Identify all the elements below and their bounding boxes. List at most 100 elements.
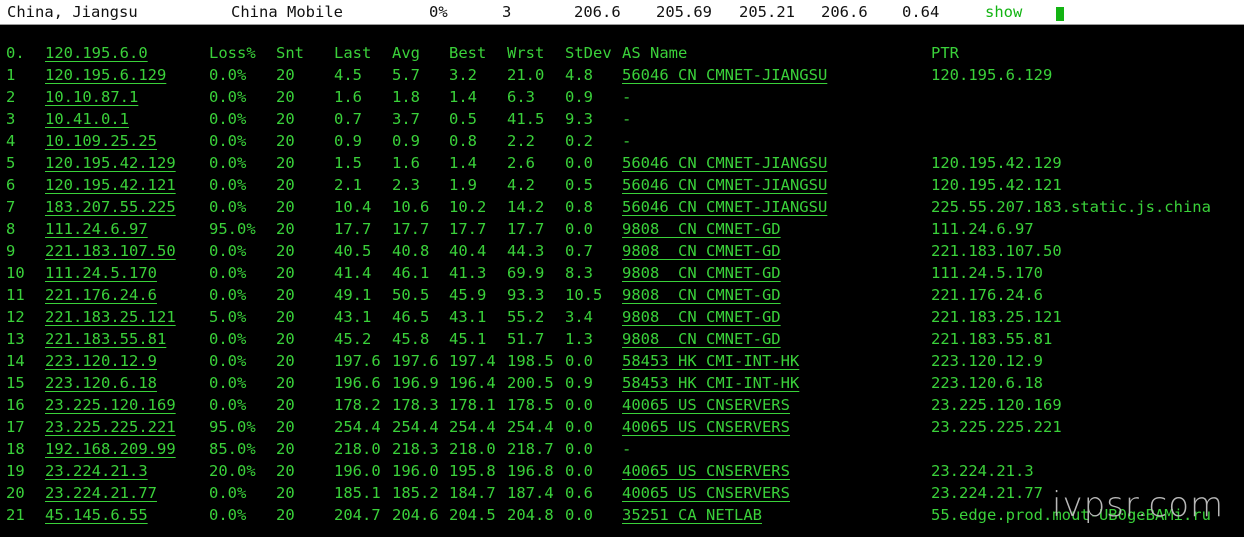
worst-ms: 17.7 — [507, 220, 545, 238]
show-link[interactable]: show — [985, 2, 1022, 22]
ptr-name: 221.183.55.81 — [931, 330, 1053, 348]
worst-ms: 2.2 — [507, 132, 535, 150]
host-ip[interactable]: 111.24.5.170 — [45, 262, 157, 284]
host-ip[interactable]: 120.195.42.121 — [45, 174, 176, 196]
table-row: 6 120.195.42.121 0.0% 20 2.1 2.3 1.9 4.2 0.5 5604… — [0, 174, 1244, 196]
stdev-ms: 0.0 — [565, 440, 593, 458]
as-name[interactable]: 9808 CN CMNET-GD — [622, 262, 781, 284]
column-header-stdev: StDev — [565, 44, 612, 62]
host-ip[interactable]: 221.183.25.121 — [45, 306, 176, 328]
stdev-ms: 0.8 — [565, 198, 593, 216]
as-name[interactable]: 40065 US CNSERVERS — [622, 460, 790, 482]
host-ip[interactable]: 10.41.0.1 — [45, 108, 129, 130]
stdev-ms: 3.4 — [565, 308, 593, 326]
hop-number: 11 — [6, 286, 25, 304]
host-ip[interactable]: 223.120.6.18 — [45, 372, 157, 394]
loss-percent: 0.0% — [209, 484, 247, 502]
host-ip[interactable]: 45.145.6.55 — [45, 504, 148, 526]
stdev-ms: 0.9 — [565, 374, 593, 392]
table-row: 13 221.183.55.81 0.0% 20 45.2 45.8 45.1 51.7 1.3… — [0, 328, 1244, 350]
worst-ms: 55.2 — [507, 308, 545, 326]
best-ms: 17.7 — [449, 220, 487, 238]
hop-number: 15 — [6, 374, 25, 392]
hop-number: 21 — [6, 506, 25, 524]
loss-percent: 0.0% — [209, 396, 247, 414]
last-ms: 4.5 — [334, 66, 362, 84]
host-ip[interactable]: 120.195.42.129 — [45, 152, 176, 174]
host-ip[interactable]: 10.109.25.25 — [45, 130, 157, 152]
last-ms: 1.5 — [334, 154, 362, 172]
ptr-name: 111.24.5.170 — [931, 264, 1043, 282]
as-name[interactable]: - — [622, 438, 631, 460]
worst-ms: 21.0 — [507, 66, 545, 84]
as-name[interactable]: - — [622, 108, 631, 130]
host-ip[interactable]: 192.168.209.99 — [45, 438, 176, 460]
last-ms: 204.7 — [334, 506, 381, 524]
last-ms: 41.4 — [334, 264, 372, 282]
avg-ms: 218.3 — [392, 440, 439, 458]
loss-percent: 0.0% — [209, 132, 247, 150]
sent-count: 20 — [276, 110, 295, 128]
last-ms: 254.4 — [334, 418, 381, 436]
host-ip[interactable]: 23.225.225.221 — [45, 416, 176, 438]
worst-ms: 44.3 — [507, 242, 545, 260]
as-name[interactable]: 58453 HK CMI-INT-HK — [622, 372, 799, 394]
host-ip[interactable]: 120.195.6.129 — [45, 64, 166, 86]
loss-percent: 0.0% — [209, 264, 247, 282]
as-name[interactable]: 9808 CN CMNET-GD — [622, 306, 781, 328]
as-name[interactable]: 56046 CN CMNET-JIANGSU — [622, 174, 827, 196]
as-name[interactable]: 35251 CA NETLAB — [622, 504, 762, 526]
as-name[interactable]: 9808 CN CMNET-GD — [622, 328, 781, 350]
as-name[interactable]: 9808 CN CMNET-GD — [622, 218, 781, 240]
host-ip[interactable]: 23.225.120.169 — [45, 394, 176, 416]
host-ip[interactable]: 221.183.107.50 — [45, 240, 176, 262]
sent-count: 20 — [276, 286, 295, 304]
as-name[interactable]: 58453 HK CMI-INT-HK — [622, 350, 799, 372]
last-ms: 43.1 — [334, 308, 372, 326]
sent-count: 20 — [276, 88, 295, 106]
host-ip[interactable]: 223.120.12.9 — [45, 350, 157, 372]
last-ms: 0.9 — [334, 132, 362, 150]
as-name[interactable]: 56046 CN CMNET-JIANGSU — [622, 196, 827, 218]
worst-ms: 51.7 — [507, 330, 545, 348]
as-name[interactable]: 9808 CN CMNET-GD — [622, 284, 781, 306]
sent-count: 20 — [276, 264, 295, 282]
last-ms: 196.0 — [334, 462, 381, 480]
sent-count: 20 — [276, 396, 295, 414]
best-ms: 45.9 — [449, 286, 487, 304]
best-ms: 41.3 — [449, 264, 487, 282]
host-ip[interactable]: 23.224.21.3 — [45, 460, 148, 482]
avg-ms: 46.1 — [392, 264, 430, 282]
avg-ms: 10.6 — [392, 198, 430, 216]
as-name[interactable]: - — [622, 86, 631, 108]
host-ip[interactable]: 221.176.24.6 — [45, 284, 157, 306]
best-ms: 0.8 — [449, 132, 477, 150]
as-name[interactable]: 40065 US CNSERVERS — [622, 416, 790, 438]
host-ip[interactable]: 10.10.87.1 — [45, 86, 138, 108]
as-name[interactable]: 9808 CN CMNET-GD — [622, 240, 781, 262]
avg-ms: 197.6 — [392, 352, 439, 370]
worst-ms: 41.5 — [507, 110, 545, 128]
as-name[interactable]: - — [622, 130, 631, 152]
isp-label: China Mobile — [231, 3, 343, 21]
host-ip[interactable]: 23.224.21.77 — [45, 482, 157, 504]
as-name[interactable]: 56046 CN CMNET-JIANGSU — [622, 152, 827, 174]
loss-percent: 95.0% — [209, 220, 256, 238]
hop-number: 20 — [6, 484, 25, 502]
location-label: China, Jiangsu — [7, 3, 138, 21]
host-ip[interactable]: 221.183.55.81 — [45, 328, 166, 350]
sent-count: 20 — [276, 66, 295, 84]
table-row: 12 221.183.25.121 5.0% 20 43.1 46.5 43.1 55.2 3.… — [0, 306, 1244, 328]
stdev-ms: 4.8 — [565, 66, 593, 84]
as-name[interactable]: 40065 US CNSERVERS — [622, 482, 790, 504]
loss-percent: 5.0% — [209, 308, 247, 326]
table-row: 9 221.183.107.50 0.0% 20 40.5 40.8 40.4 44.3 0.7… — [0, 240, 1244, 262]
last-ms: 49.1 — [334, 286, 372, 304]
as-name[interactable]: 56046 CN CMNET-JIANGSU — [622, 64, 827, 86]
host-ip[interactable]: 183.207.55.225 — [45, 196, 176, 218]
as-name[interactable]: 40065 US CNSERVERS — [622, 394, 790, 416]
ptr-name: 225.55.207.183.static.js.china — [931, 198, 1211, 216]
host-ip[interactable]: 111.24.6.97 — [45, 218, 148, 240]
sent-count: 20 — [276, 242, 295, 260]
loss-percent: 0.0% — [209, 286, 247, 304]
